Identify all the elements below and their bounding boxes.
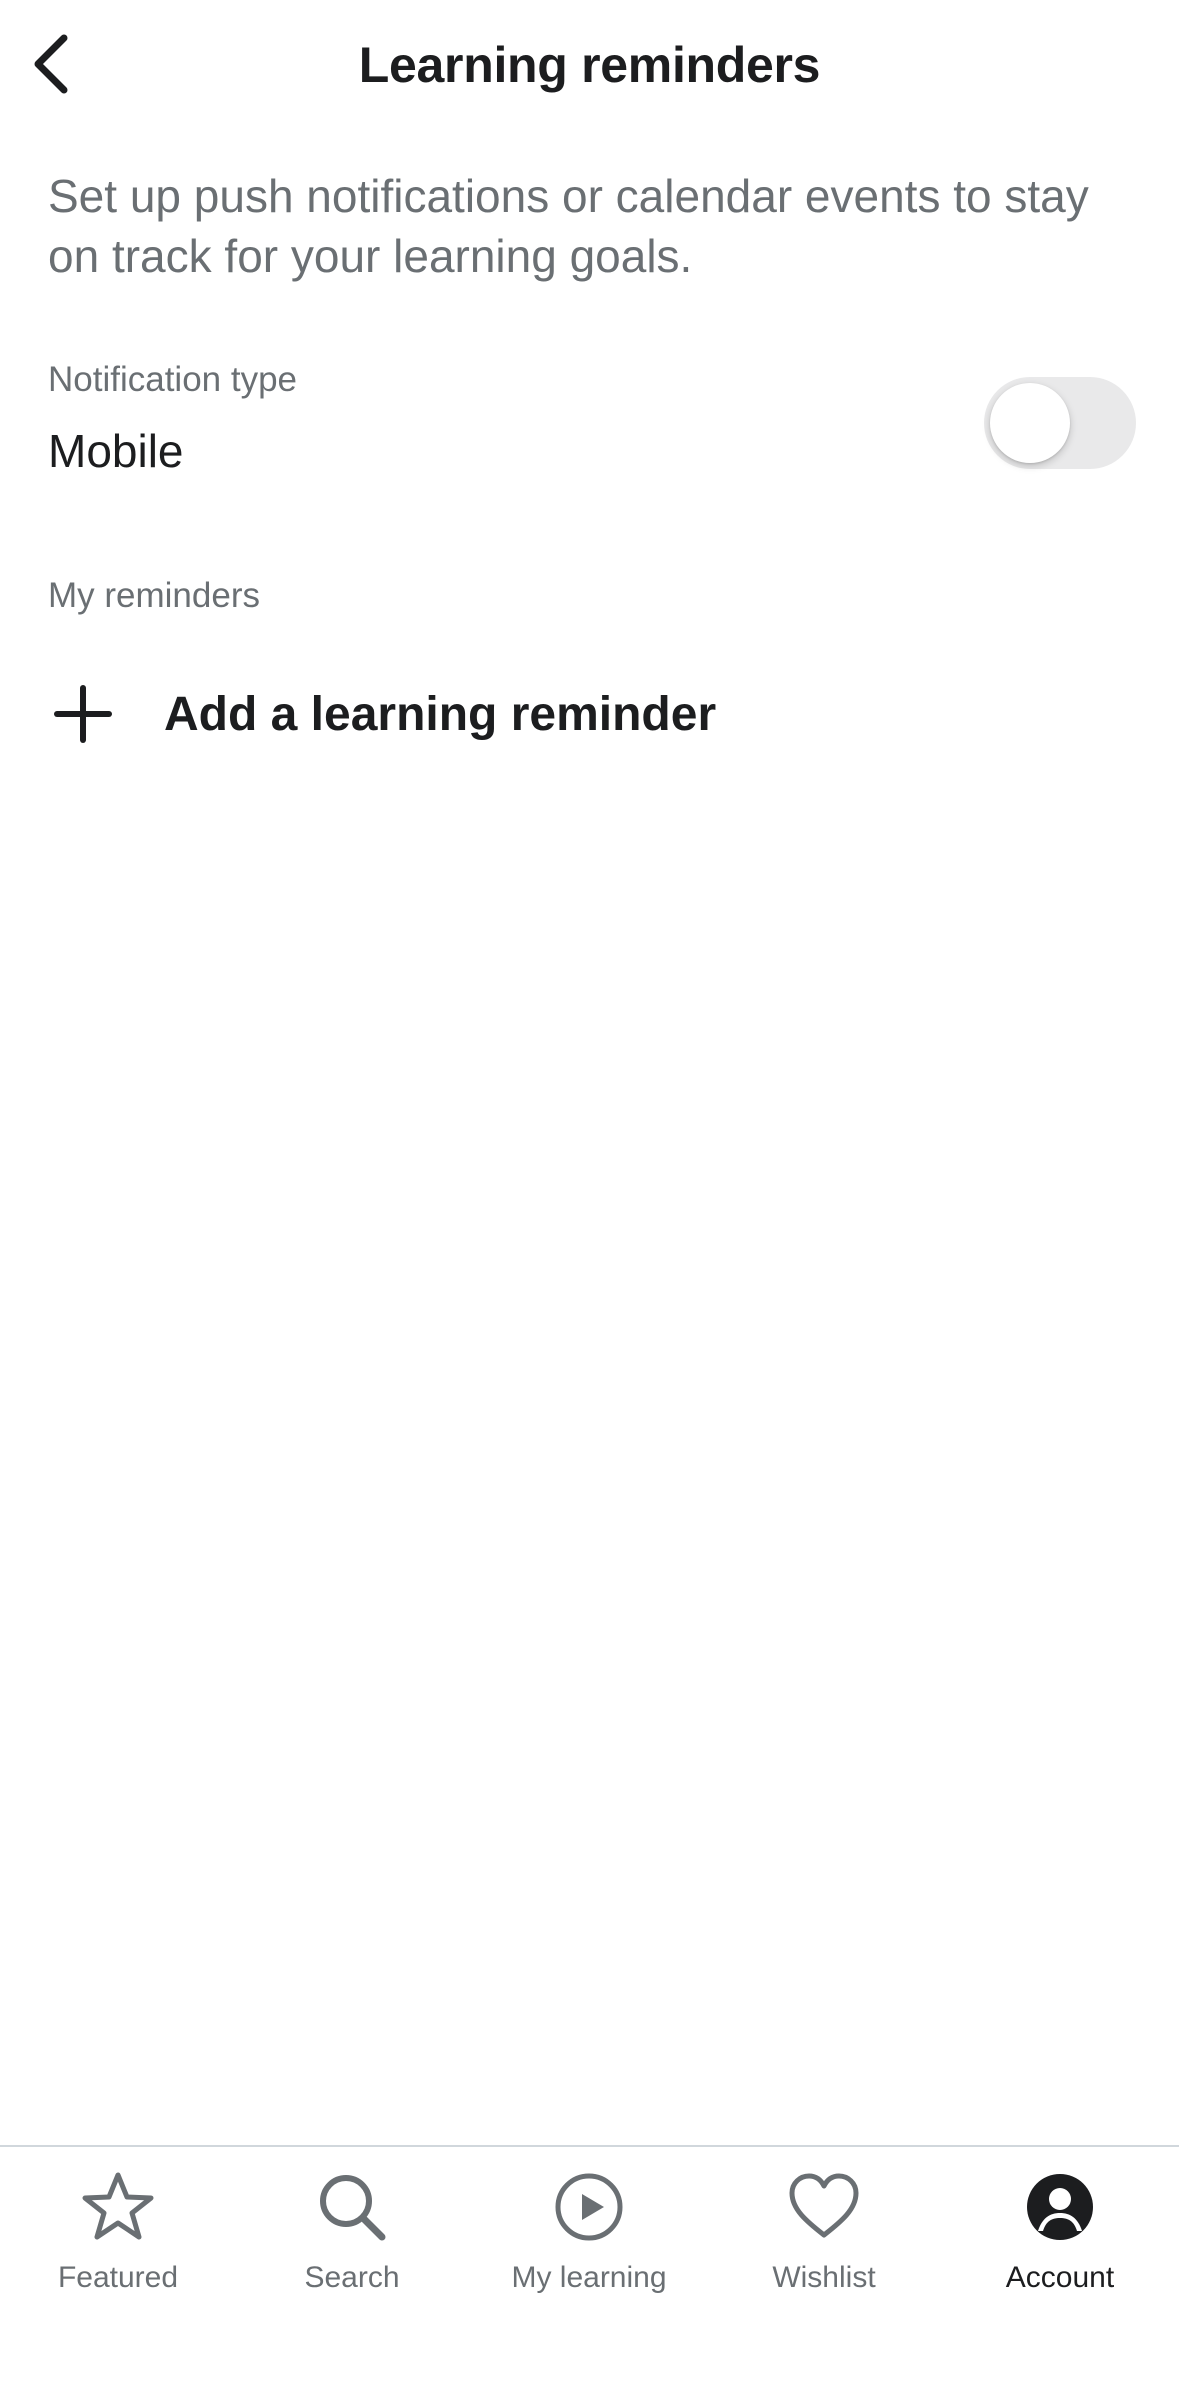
notification-type-value: Mobile [48, 425, 184, 477]
search-icon [312, 2167, 392, 2247]
nav-item-my-learning[interactable]: My learning [471, 2167, 707, 2317]
learning-reminders-screen: Learning reminders Set up push notificat… [0, 0, 1179, 2396]
account-icon [1020, 2167, 1100, 2247]
add-learning-reminder-button[interactable]: Add a learning reminder [48, 670, 808, 758]
nav-item-account[interactable]: Account [942, 2167, 1178, 2317]
bottom-navigation: Featured Search My learning Wishlist Acc… [0, 2145, 1179, 2396]
add-learning-reminder-label: Add a learning reminder [164, 687, 717, 741]
nav-item-featured[interactable]: Featured [0, 2167, 236, 2317]
nav-label-search: Search [304, 2261, 400, 2294]
page-title: Learning reminders [358, 37, 821, 93]
nav-item-search[interactable]: Search [234, 2167, 470, 2317]
nav-label-featured: Featured [57, 2261, 179, 2294]
star-icon [78, 2167, 158, 2247]
mobile-notification-toggle[interactable] [984, 377, 1136, 469]
play-circle-icon [549, 2167, 629, 2247]
notification-type-label: Notification type [48, 360, 298, 399]
intro-description: Set up push notifications or calendar ev… [48, 170, 1089, 282]
header: Learning reminders [0, 0, 1179, 134]
plus-icon [48, 679, 118, 749]
nav-label-account: Account [1005, 2261, 1115, 2294]
nav-item-wishlist[interactable]: Wishlist [706, 2167, 942, 2317]
nav-label-my-learning: My learning [511, 2261, 667, 2294]
heart-icon [784, 2167, 864, 2247]
nav-label-wishlist: Wishlist [772, 2261, 876, 2294]
toggle-knob [990, 383, 1070, 463]
my-reminders-label: My reminders [48, 576, 260, 615]
